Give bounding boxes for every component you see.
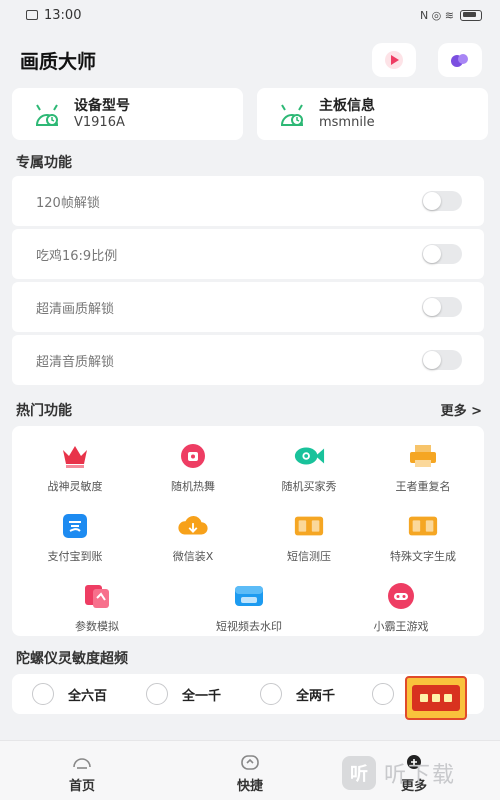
app-bar: 画质大师	[0, 38, 500, 82]
toggle-row: 超清画质解锁	[12, 282, 484, 332]
info-card-value: V1916A	[74, 115, 125, 130]
android-icon	[277, 101, 307, 127]
toggle-switch[interactable]	[422, 191, 462, 211]
nav-label: 首页	[68, 779, 95, 794]
status-time: 13:00	[44, 7, 82, 23]
android-icon	[32, 101, 62, 127]
shortcut-icon	[239, 753, 261, 771]
toggle-label: 吃鸡16:9比例	[36, 248, 118, 264]
hot-item-label: 支付宝到账	[47, 550, 103, 563]
nav-label: 快捷	[236, 779, 263, 794]
hot-features-grid: 战神灵敏度 随机热舞 随机买家秀 王者重复名 支付宝到账 微信装X 短信测压 特…	[12, 426, 484, 636]
hot-item-label: 随机热舞	[171, 480, 215, 493]
info-card-label: 设备型号	[74, 98, 130, 114]
fish-icon	[293, 440, 325, 472]
hot-item-label: 参数模拟	[75, 620, 119, 633]
video-icon	[233, 580, 265, 612]
gyro-option[interactable]: 全六百	[32, 683, 107, 705]
notification-icon	[26, 10, 38, 20]
watermark-logo: 听	[342, 756, 376, 790]
hot-item-label: 短信测压	[287, 550, 331, 563]
radio-circle[interactable]	[32, 683, 54, 705]
hot-item[interactable]: 参数模拟	[42, 580, 152, 634]
device-info-row: 设备型号 V1916A 主板信息 msmnile	[12, 88, 488, 140]
hot-more-link[interactable]: 更多 >	[441, 400, 482, 419]
dance-icon	[177, 440, 209, 472]
hot-item[interactable]: 支付宝到账	[20, 510, 130, 564]
printer-icon	[407, 440, 439, 472]
radio-circle[interactable]	[372, 683, 394, 705]
gift-icon	[412, 685, 460, 711]
toggle-switch[interactable]	[422, 297, 462, 317]
hot-item[interactable]: 小霸王游戏	[346, 580, 456, 634]
watermark: 听 听下载	[342, 752, 498, 794]
hot-item[interactable]: 战神灵敏度	[20, 440, 130, 494]
alipay-icon	[59, 510, 91, 542]
crown-icon	[59, 440, 91, 472]
hot-item-label: 微信装X	[172, 550, 214, 563]
toggle-row: 120帧解锁	[12, 176, 484, 226]
hot-item[interactable]: 王者重复名	[368, 440, 478, 494]
device-model-card[interactable]: 设备型号 V1916A	[12, 88, 243, 140]
section-title-gyro: 陀螺仪灵敏度超频	[16, 651, 128, 667]
hot-item[interactable]: 微信装X	[138, 510, 248, 564]
hot-item[interactable]: 短信测压	[254, 510, 364, 564]
radio-circle[interactable]	[146, 683, 168, 705]
bubbles-icon	[451, 54, 468, 67]
play-icon	[385, 51, 403, 69]
app-title: 画质大师	[20, 50, 97, 73]
toggle-row: 超清音质解锁	[12, 335, 484, 385]
hot-item-label: 王者重复名	[395, 480, 451, 493]
gyro-option-label: 全两千	[296, 688, 336, 704]
message-icon	[293, 510, 325, 542]
toggle-label: 超清音质解锁	[36, 354, 115, 370]
gyro-option-label: 全一千	[182, 688, 222, 704]
gyro-option[interactable]	[372, 683, 394, 705]
switch-knob	[423, 245, 441, 263]
toggle-switch[interactable]	[422, 244, 462, 264]
text-icon	[407, 510, 439, 542]
toggle-row: 吃鸡16:9比例	[12, 229, 484, 279]
switch-knob	[423, 351, 441, 369]
cloud-icon	[177, 510, 209, 542]
toggle-list: 120帧解锁 吃鸡16:9比例 超清画质解锁 超清音质解锁	[12, 176, 484, 388]
gamepad-icon	[385, 580, 417, 612]
hot-item-label: 短视频去水印	[216, 620, 282, 633]
hot-item-label: 战神灵敏度	[47, 480, 103, 493]
home-icon	[71, 753, 93, 771]
battery-icon	[460, 9, 482, 21]
watermark-text: 听下载	[384, 763, 457, 788]
hot-item[interactable]: 特殊文字生成	[368, 510, 478, 564]
switch-knob	[423, 192, 441, 210]
toggle-label: 超清画质解锁	[36, 301, 115, 317]
info-card-value: msmnile	[319, 115, 375, 130]
video-button[interactable]	[372, 43, 416, 77]
community-button[interactable]	[438, 43, 482, 77]
switch-knob	[423, 298, 441, 316]
radio-circle[interactable]	[260, 683, 282, 705]
params-icon	[81, 580, 113, 612]
hot-item-label: 随机买家秀	[281, 480, 337, 493]
hot-item[interactable]: 短视频去水印	[194, 580, 304, 634]
nav-home[interactable]: 首页	[52, 753, 112, 794]
info-card-label: 主板信息	[319, 98, 375, 114]
section-title-exclusive: 专属功能	[16, 155, 72, 171]
section-title-hot: 热门功能	[16, 403, 72, 419]
toggle-label: 120帧解锁	[36, 195, 100, 211]
gyro-option[interactable]: 全两千	[260, 683, 335, 705]
hot-item-label: 特殊文字生成	[390, 550, 456, 563]
toggle-switch[interactable]	[422, 350, 462, 370]
hot-item-label: 小霸王游戏	[373, 620, 429, 633]
hot-item[interactable]: 随机买家秀	[254, 440, 364, 494]
status-bar: 13:00 N ◎ ≋	[0, 0, 500, 30]
gyro-option-label: 全六百	[68, 688, 108, 704]
nav-shortcut[interactable]: 快捷	[220, 753, 280, 794]
status-indicators: N ◎ ≋	[419, 8, 454, 22]
promo-banner[interactable]	[405, 676, 467, 720]
board-info-card[interactable]: 主板信息 msmnile	[257, 88, 488, 140]
gyro-option[interactable]: 全一千	[146, 683, 221, 705]
hot-item[interactable]: 随机热舞	[138, 440, 248, 494]
